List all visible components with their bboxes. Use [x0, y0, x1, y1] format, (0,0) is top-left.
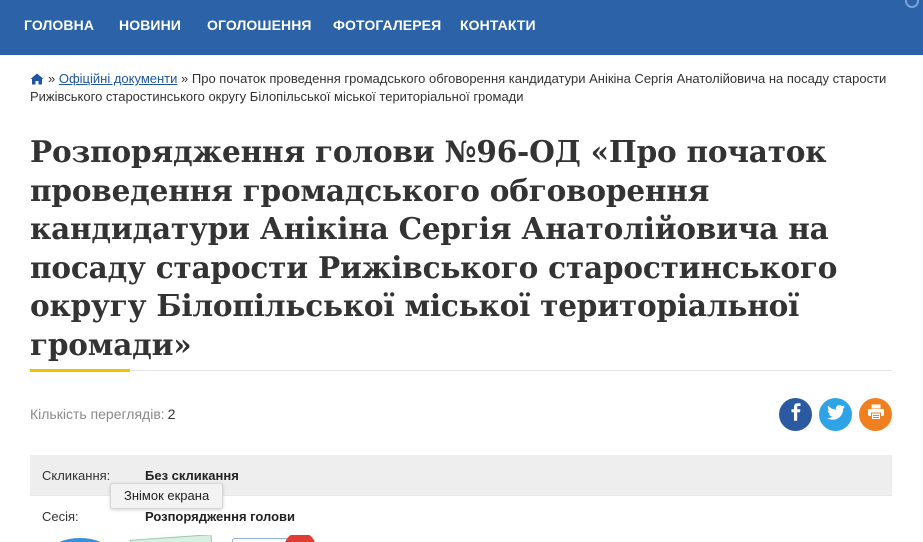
- screenshot-tooltip: Знімок екрана: [110, 483, 224, 509]
- partial-image: [129, 535, 213, 542]
- info-label: Сесія:: [42, 509, 79, 524]
- twitter-icon: [826, 404, 845, 425]
- page-title: Розпорядження голови №96-ОД «Про початок…: [30, 134, 838, 362]
- views-count: 2: [167, 406, 176, 422]
- partial-image: [50, 538, 110, 542]
- partial-image: [284, 535, 316, 542]
- views-label: Кількість переглядів:: [30, 406, 165, 422]
- info-value: Розпорядження голови: [145, 509, 296, 524]
- partial-content-strip: [0, 535, 923, 542]
- home-icon[interactable]: [30, 73, 44, 89]
- print-button[interactable]: [859, 398, 892, 431]
- breadcrumb: » Офіційні документи » Про початок прове…: [30, 71, 905, 105]
- breadcrumb-link-documents[interactable]: Офіційні документи: [59, 71, 178, 86]
- nav-item-announcements[interactable]: ОГОЛОШЕННЯ: [207, 17, 312, 33]
- partial-image: [232, 538, 289, 542]
- twitter-share-button[interactable]: [819, 398, 852, 431]
- nav-item-contacts[interactable]: КОНТАКТИ: [460, 17, 536, 33]
- nav-item-gallery[interactable]: ФОТОГАЛЕРЕЯ: [333, 17, 441, 33]
- print-icon: [867, 404, 885, 425]
- nav-item-news[interactable]: НОВИНИ: [119, 17, 181, 33]
- breadcrumb-separator: »: [48, 71, 56, 86]
- title-divider: [30, 370, 892, 371]
- corner-decoration: [905, 0, 919, 8]
- breadcrumb-separator: »: [181, 71, 189, 86]
- views-counter: Кількість переглядів: 2: [30, 406, 175, 422]
- top-navigation: ГОЛОВНА НОВИНИ ОГОЛОШЕННЯ ФОТОГАЛЕРЕЯ КО…: [0, 0, 923, 55]
- facebook-share-button[interactable]: [779, 398, 812, 431]
- title-accent-bar: [30, 369, 130, 372]
- nav-item-home[interactable]: ГОЛОВНА: [24, 17, 94, 33]
- info-label: Скликання:: [42, 468, 111, 483]
- facebook-icon: [790, 403, 802, 426]
- info-value: Без скликання: [145, 468, 239, 483]
